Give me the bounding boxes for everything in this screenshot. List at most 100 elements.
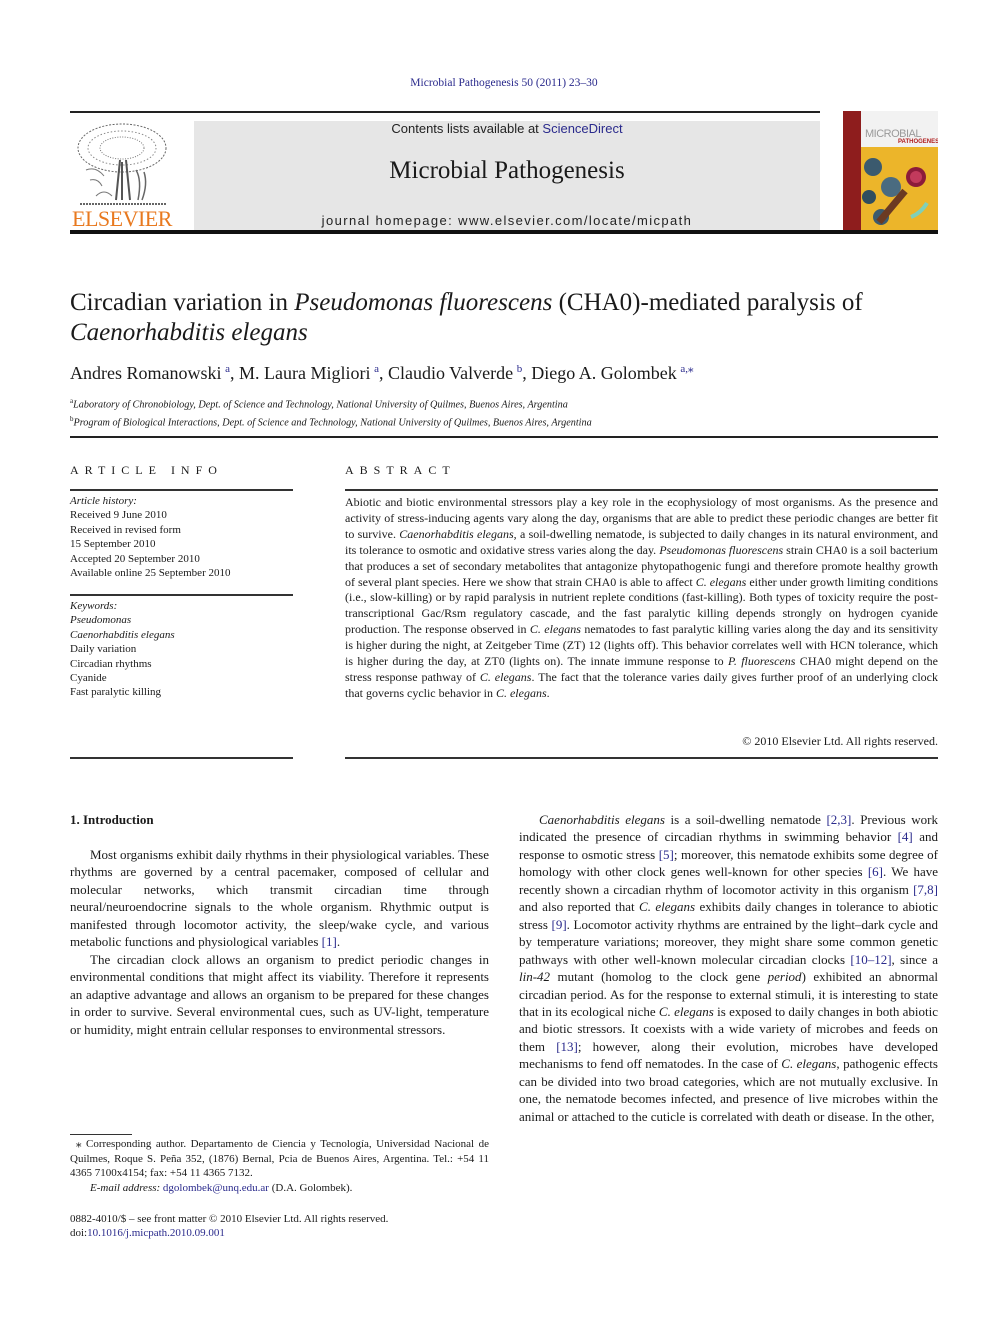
title-species-1: Pseudomonas fluorescens xyxy=(294,289,553,316)
email-label: E-mail address: xyxy=(90,1181,163,1194)
masthead-bottom-rule xyxy=(70,230,938,234)
italic-term: Caenorhabditis elegans xyxy=(539,812,665,827)
email-line: E-mail address: dgolombek@unq.edu.ar (D.… xyxy=(70,1181,489,1196)
corresponding-author-text: ⁎ Corresponding author. Departamento de … xyxy=(70,1138,489,1179)
italic-term: C. elegans xyxy=(781,1056,837,1072)
reference-link[interactable]: [10–12] xyxy=(850,952,891,967)
italic-term: period xyxy=(767,969,802,985)
history-entry: Received 9 June 2010 xyxy=(70,509,167,522)
keyword[interactable]: Cyanide xyxy=(70,671,293,685)
title-text: Circadian variation in xyxy=(70,289,295,316)
article-info-rule xyxy=(70,489,293,491)
history-entry: Received in revised form xyxy=(70,523,181,536)
body-paragraph: Caenorhabditis elegans is a soil-dwellin… xyxy=(519,811,938,1125)
author-separator: , xyxy=(378,363,388,383)
title-block-rule xyxy=(70,436,938,438)
reference-link[interactable]: [7,8] xyxy=(913,882,938,897)
abstract-copyright: © 2010 Elsevier Ltd. All rights reserved… xyxy=(742,734,938,748)
author-list: Andres Romanowski a, M. Laura Migliori a… xyxy=(70,362,693,384)
history-entry: Accepted 20 September 2010 xyxy=(70,552,200,565)
cover-spine xyxy=(843,111,861,230)
body-paragraph: The circadian clock allows an organism t… xyxy=(70,951,489,1038)
abstract-rule xyxy=(345,489,938,491)
sciencedirect-link[interactable]: ScienceDirect xyxy=(542,121,622,136)
keyword[interactable]: Pseudomonas xyxy=(70,613,293,627)
keyword[interactable]: Fast paralytic killing xyxy=(70,685,293,699)
elsevier-tree-icon xyxy=(76,120,168,208)
text-run: . xyxy=(546,685,550,700)
homepage-label: journal homepage: xyxy=(321,213,459,228)
keyword[interactable]: Daily variation xyxy=(70,642,293,656)
keywords-rule xyxy=(70,594,293,596)
author-name[interactable]: Diego A. Golombek xyxy=(531,363,677,383)
affiliation-text: Program of Biological Interactions, Dept… xyxy=(73,417,592,429)
keyword[interactable]: Circadian rhythms xyxy=(70,657,293,671)
text-run: mutant (homolog to the clock gene xyxy=(550,969,768,985)
reference-link[interactable]: [13] xyxy=(556,1039,578,1054)
section-heading-introduction: 1. Introduction xyxy=(70,812,154,827)
affiliation-text: Laboratory of Chronobiology, Dept. of Sc… xyxy=(73,399,568,411)
reference-link[interactable]: [6] xyxy=(868,864,883,879)
abstract-text: Abiotic and biotic environmental stresso… xyxy=(345,495,938,702)
doi-label: doi: xyxy=(70,1227,88,1239)
reference-link[interactable]: [9] xyxy=(552,917,567,932)
article-title: Circadian variation in Pseudomonas fluor… xyxy=(70,288,950,348)
reference-link[interactable]: [5] xyxy=(659,847,674,862)
front-matter: 0882-4010/$ – see front matter © 2010 El… xyxy=(70,1212,388,1240)
abstract-bottom-rule xyxy=(345,757,938,759)
journal-citation[interactable]: Microbial Pathogenesis 50 (2011) 23–30 xyxy=(0,77,992,89)
elsevier-wordmark: ELSEVIER xyxy=(72,206,172,231)
reference-link[interactable]: [2,3] xyxy=(826,812,851,827)
homepage-url-link[interactable]: www.elsevier.com/locate/micpath xyxy=(458,213,692,228)
italic-term: C. elegans xyxy=(658,1003,714,1019)
italic-term: C. elegans xyxy=(495,685,547,700)
issn-line: 0882-4010/$ – see front matter © 2010 El… xyxy=(70,1213,389,1225)
body-paragraph: Most organisms exhibit daily rhythms in … xyxy=(70,846,489,951)
text-run: Most organisms exhibit daily rhythms in … xyxy=(70,847,489,950)
title-species-2: Caenorhabditis elegans xyxy=(70,319,308,346)
cover-subtitle: PATHOGENESIS xyxy=(898,139,938,145)
text-run: The circadian clock allows an organism t… xyxy=(70,951,489,1037)
author-name[interactable]: Claudio Valverde xyxy=(388,363,513,383)
text-run: , since a xyxy=(891,951,939,967)
affiliations: aLaboratory of Chronobiology, Dept. of S… xyxy=(70,394,592,431)
article-history: Article history: Received 9 June 2010 Rece… xyxy=(70,494,293,580)
keywords: Keywords: Pseudomonas Caenorhabditis elega… xyxy=(70,599,293,700)
journal-masthead: Contents lists available at ScienceDirec… xyxy=(194,121,820,230)
journal-citation-link[interactable]: Microbial Pathogenesis 50 (2011) 23–30 xyxy=(410,77,597,89)
email-suffix: (D.A. Golombek). xyxy=(268,1181,353,1194)
journal-homepage: journal homepage: www.elsevier.com/locat… xyxy=(194,213,820,228)
body-column-left: Most organisms exhibit daily rhythms in … xyxy=(70,846,489,1038)
journal-cover-image[interactable]: MICROBIAL PATHOGENESIS xyxy=(843,111,938,230)
abstract-heading: ABSTRACT xyxy=(345,463,456,477)
italic-term: C. elegans xyxy=(639,899,696,915)
email-link[interactable]: dgolombek@unq.edu.ar xyxy=(163,1182,269,1194)
keyword[interactable]: Caenorhabditis elegans xyxy=(70,628,293,642)
author-separator: , xyxy=(522,363,532,383)
author-affiliation-mark[interactable]: a,⁎ xyxy=(680,363,693,375)
text-run: is a soil-dwelling nematode xyxy=(664,812,827,827)
footnote-rule xyxy=(70,1134,132,1135)
author-name[interactable]: Andres Romanowski xyxy=(70,363,222,383)
elsevier-logo[interactable]: ELSEVIER xyxy=(70,120,174,232)
journal-name[interactable]: Microbial Pathogenesis xyxy=(194,157,820,185)
text-run: . xyxy=(336,934,341,950)
history-entry: 15 September 2010 xyxy=(70,538,156,551)
cover-microbe-illustration-icon xyxy=(862,158,929,225)
keywords-label: Keywords: xyxy=(70,600,118,612)
title-text-2: (CHA0)-mediated paralysis of xyxy=(552,289,863,316)
article-info-heading: ARTICLE INFO xyxy=(70,463,223,477)
affiliation: bProgram of Biological Interactions, Dep… xyxy=(70,412,592,430)
author-separator: , xyxy=(230,363,239,383)
italic-term: C. elegans xyxy=(479,669,532,684)
corresponding-author-footnote: ⁎ Corresponding author. Departamento de … xyxy=(70,1137,489,1195)
italic-term: lin-42 xyxy=(519,969,551,985)
article-info-bottom-rule xyxy=(70,757,293,759)
history-label: Article history: xyxy=(70,495,137,507)
header-rule xyxy=(70,111,820,113)
doi-line: doi:10.1016/j.micpath.2010.09.001 xyxy=(70,1226,388,1240)
reference-link[interactable]: [1] xyxy=(322,934,337,949)
reference-link[interactable]: [4] xyxy=(898,829,913,844)
author-name[interactable]: M. Laura Migliori xyxy=(239,363,370,383)
doi-link[interactable]: 10.1016/j.micpath.2010.09.001 xyxy=(87,1227,225,1239)
